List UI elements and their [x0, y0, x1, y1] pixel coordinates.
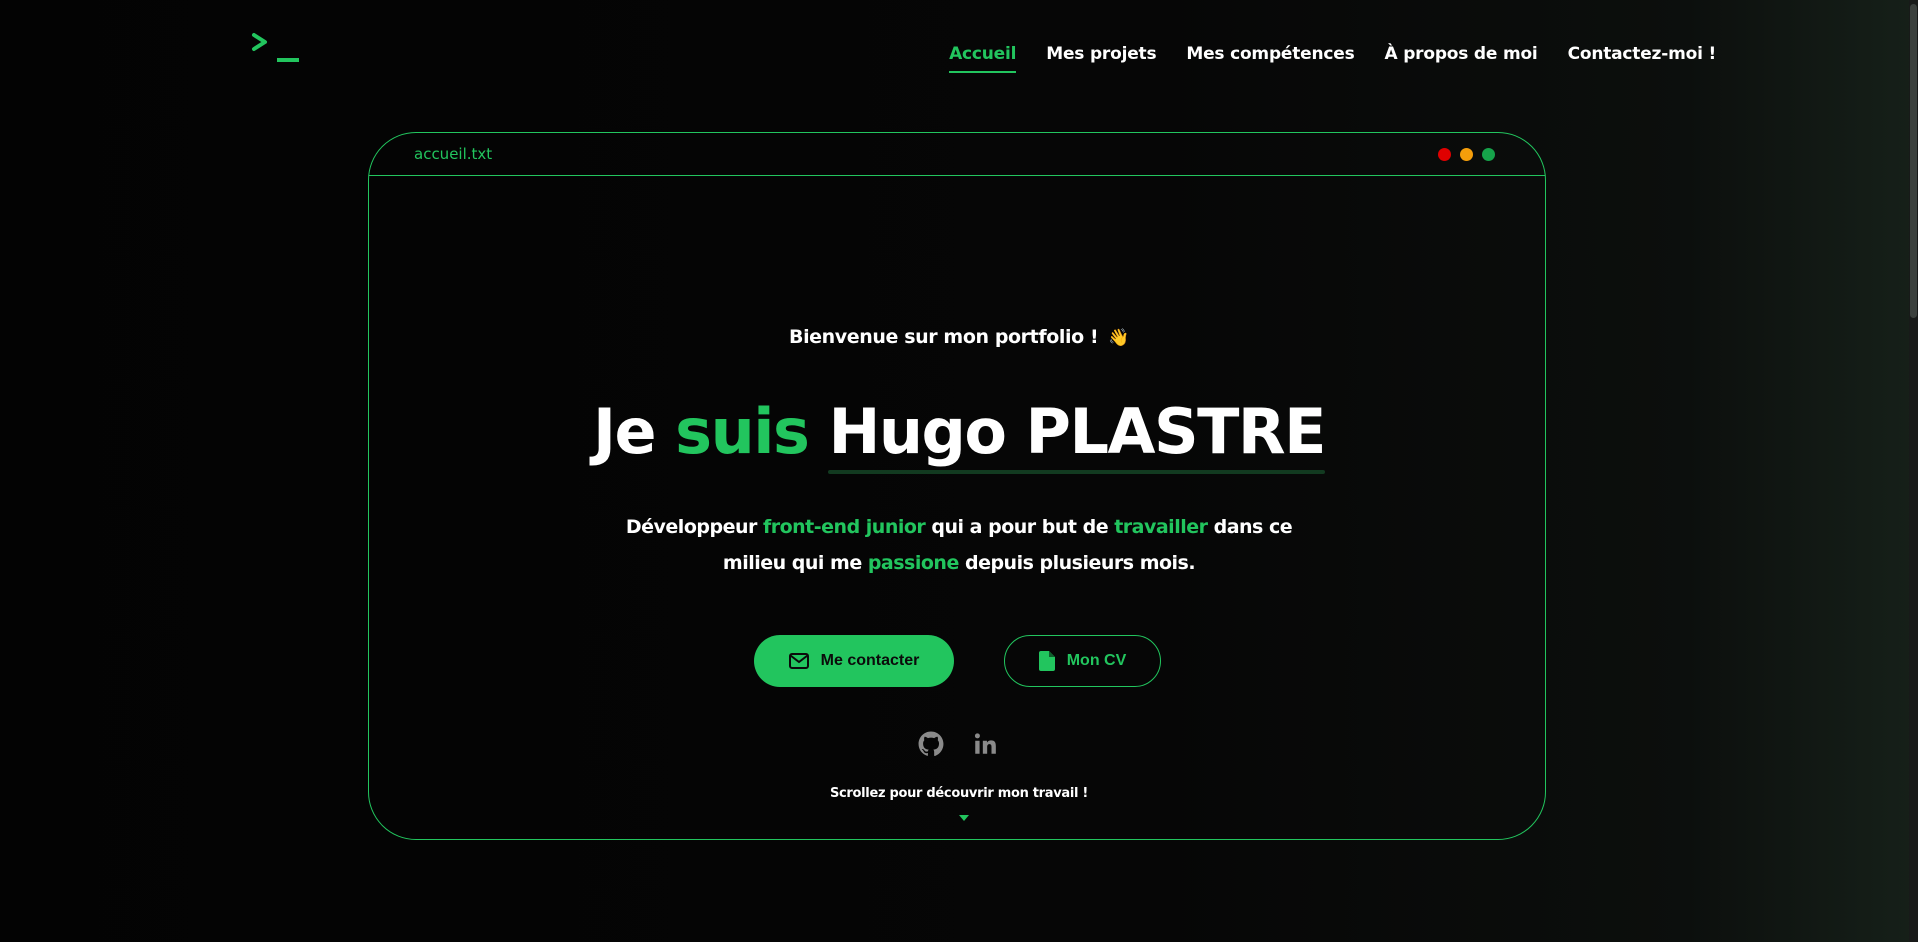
welcome-text: Bienvenue sur mon portfolio ! 👋 [0, 326, 1918, 348]
close-dot-icon [1438, 148, 1451, 161]
headline-name: Hugo PLASTRE [828, 392, 1327, 474]
tagline-part: qui a pour but de [925, 516, 1115, 538]
tagline-part: Développeur [625, 516, 763, 538]
nav-contact[interactable]: Contactez-moi ! [1568, 44, 1717, 64]
window-controls [1438, 148, 1495, 161]
main-nav: Accueil Mes projets Mes compétences À pr… [949, 44, 1717, 73]
nav-mes-competences[interactable]: Mes compétences [1186, 44, 1354, 64]
welcome-label: Bienvenue sur mon portfolio ! [788, 326, 1099, 348]
social-links [918, 731, 998, 757]
minimize-dot-icon [1460, 148, 1473, 161]
window-title-bar: accueil.txt [369, 133, 1545, 176]
page-title: Je suis Hugo PLASTRE [0, 392, 1918, 474]
document-icon [1038, 651, 1055, 671]
github-icon[interactable] [918, 731, 944, 757]
tagline-highlight: travailler [1114, 516, 1208, 538]
scroll-down-arrow-icon[interactable] [959, 815, 969, 821]
nav-a-propos[interactable]: À propos de moi [1385, 44, 1538, 64]
tagline: Développeur front-end junior qui a pour … [620, 509, 1298, 581]
tagline-highlight: front-end junior [762, 516, 926, 538]
headline-suis: suis [675, 395, 810, 468]
wave-emoji-icon: 👋 [1108, 328, 1129, 348]
cv-button-label: Mon CV [1066, 652, 1127, 669]
scroll-hint: Scrollez pour découvrir mon travail ! [829, 786, 1089, 801]
window-filename: accueil.txt [414, 145, 493, 163]
nav-accueil[interactable]: Accueil [949, 44, 1017, 73]
tagline-highlight: passione [867, 552, 960, 574]
nav-mes-projets[interactable]: Mes projets [1046, 44, 1156, 64]
terminal-prompt-icon[interactable] [250, 32, 302, 68]
scrollbar-thumb[interactable] [1910, 4, 1917, 318]
tagline-part: depuis plusieurs mois. [958, 552, 1196, 574]
contact-button[interactable]: Me contacter [754, 635, 954, 687]
contact-button-label: Me contacter [820, 652, 920, 669]
envelope-icon [788, 653, 809, 669]
headline-je: Je [592, 395, 657, 468]
maximize-dot-icon [1482, 148, 1495, 161]
page: Accueil Mes projets Mes compétences À pr… [0, 0, 1918, 942]
linkedin-icon[interactable] [972, 731, 998, 757]
cv-button[interactable]: Mon CV [1004, 635, 1161, 687]
